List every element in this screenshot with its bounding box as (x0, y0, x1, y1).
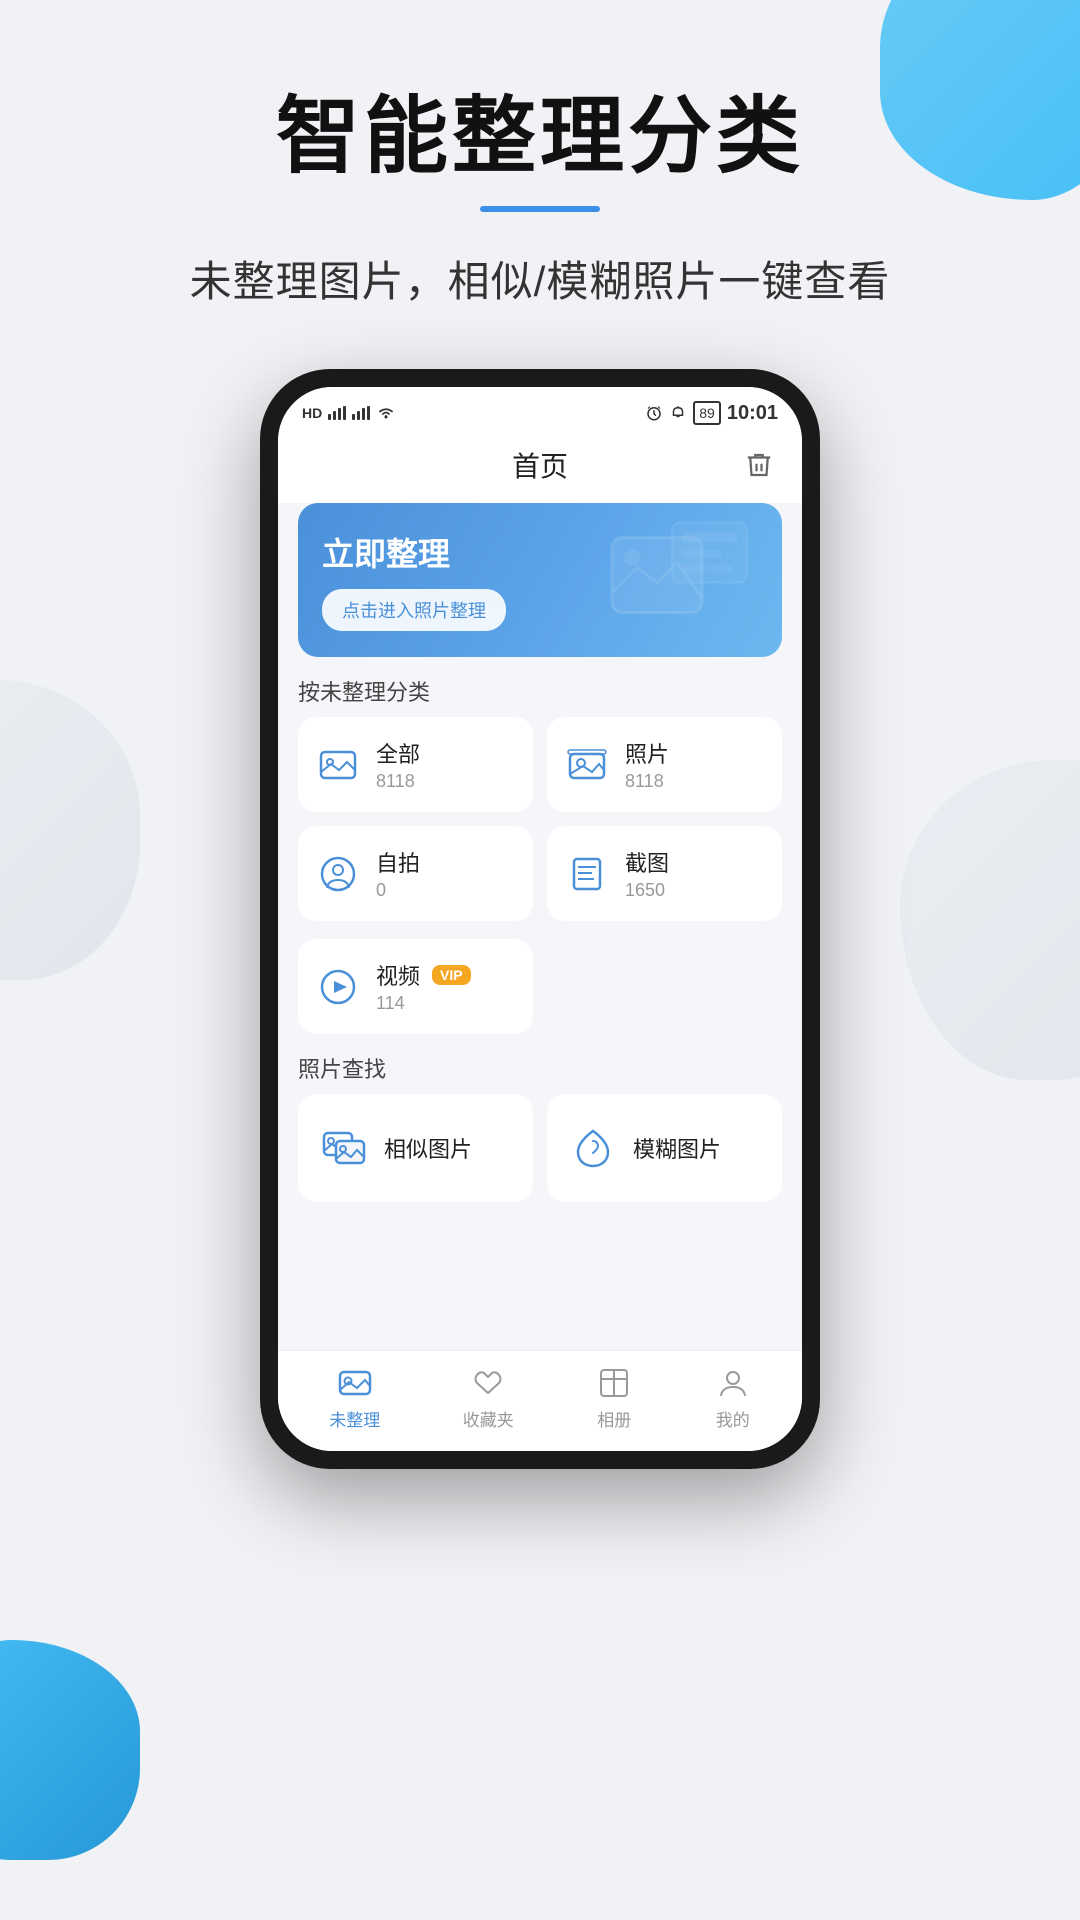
video-count: 114 (376, 993, 471, 1014)
all-name: 全部 (376, 737, 420, 769)
blurry-name: 模糊图片 (633, 1132, 721, 1164)
battery-box: 89 (693, 401, 721, 425)
blob-bottom-left (0, 1640, 140, 1860)
title-underline (480, 206, 600, 212)
screenshot-icon (563, 850, 611, 898)
bottom-nav: 未整理 收藏夹 相册 (278, 1350, 802, 1451)
unorganized-icon (337, 1365, 373, 1401)
screenshot-count: 1650 (625, 880, 669, 901)
blurry-icon (567, 1122, 619, 1174)
selfie-count: 0 (376, 880, 420, 901)
photos-icon (563, 741, 611, 789)
category-screenshot[interactable]: 截图 1650 (547, 826, 782, 921)
video-info: 视频 VIP 114 (376, 959, 471, 1014)
banner[interactable]: 立即整理 点击进入照片整理 (298, 503, 782, 657)
selfie-info: 自拍 0 (376, 846, 420, 901)
screenshot-info: 截图 1650 (625, 846, 669, 901)
phone-content: 立即整理 点击进入照片整理 (278, 503, 802, 1350)
nav-profile-label: 我的 (716, 1406, 750, 1431)
vip-badge: VIP (432, 965, 471, 985)
video-row: 视频 VIP 114 (298, 939, 782, 1034)
top-nav: 首页 (278, 431, 802, 503)
photos-count: 8118 (625, 771, 669, 792)
empty-cell (547, 939, 782, 1034)
status-left: HD (302, 405, 396, 421)
nav-unorganized-label: 未整理 (329, 1406, 380, 1431)
signal-icon (328, 406, 346, 420)
status-bar: HD 89 10: (278, 387, 802, 431)
time-display: 10:01 (727, 402, 778, 425)
video-name: 视频 (376, 959, 420, 991)
trash-button[interactable] (734, 450, 774, 480)
find-label: 照片查找 (298, 1052, 782, 1084)
categories-label: 按未整理分类 (298, 675, 782, 707)
phone-wrapper: HD 89 10: (0, 369, 1080, 1469)
status-right: 89 10:01 (645, 401, 778, 425)
similar-name: 相似图片 (384, 1132, 472, 1164)
nav-favorites[interactable]: 收藏夹 (463, 1365, 514, 1431)
phone-outer: HD 89 10: (260, 369, 820, 1469)
nav-title: 首页 (346, 445, 734, 485)
find-grid: 相似图片 模糊图片 (298, 1094, 782, 1202)
banner-button[interactable]: 点击进入照片整理 (322, 589, 506, 631)
photos-name: 照片 (625, 737, 669, 769)
signal-text: HD (302, 405, 322, 421)
nav-profile[interactable]: 我的 (715, 1365, 751, 1431)
nav-unorganized[interactable]: 未整理 (329, 1365, 380, 1431)
all-icon (314, 741, 362, 789)
category-photos[interactable]: 照片 8118 (547, 717, 782, 812)
category-video[interactable]: 视频 VIP 114 (298, 939, 533, 1034)
phone-inner: HD 89 10: (278, 387, 802, 1451)
category-selfie[interactable]: 自拍 0 (298, 826, 533, 921)
album-icon (596, 1365, 632, 1401)
signal-icon2 (352, 406, 370, 420)
banner-icon (602, 518, 762, 643)
trash-icon[interactable] (744, 450, 774, 480)
alarm-icon (645, 404, 663, 422)
profile-icon (715, 1365, 751, 1401)
subtitle: 未整理图片，相似/模糊照片一键查看 (0, 248, 1080, 309)
all-info: 全部 8118 (376, 737, 420, 792)
find-blurry[interactable]: 模糊图片 (547, 1094, 782, 1202)
main-title: 智能整理分类 (0, 90, 1080, 182)
selfie-icon (314, 850, 362, 898)
nav-favorites-label: 收藏夹 (463, 1406, 514, 1431)
find-similar[interactable]: 相似图片 (298, 1094, 533, 1202)
battery-level: 89 (699, 405, 715, 421)
bell-icon (669, 404, 687, 422)
wifi-icon (376, 406, 396, 420)
all-count: 8118 (376, 771, 420, 792)
screenshot-name: 截图 (625, 846, 669, 878)
favorites-icon (470, 1365, 506, 1401)
category-all[interactable]: 全部 8118 (298, 717, 533, 812)
selfie-name: 自拍 (376, 846, 420, 878)
header-section: 智能整理分类 未整理图片，相似/模糊照片一键查看 (0, 0, 1080, 309)
similar-icon (318, 1122, 370, 1174)
nav-album[interactable]: 相册 (596, 1365, 632, 1431)
photos-info: 照片 8118 (625, 737, 669, 792)
nav-album-label: 相册 (597, 1406, 631, 1431)
categories-grid: 全部 8118 (298, 717, 782, 921)
video-icon (314, 963, 362, 1011)
